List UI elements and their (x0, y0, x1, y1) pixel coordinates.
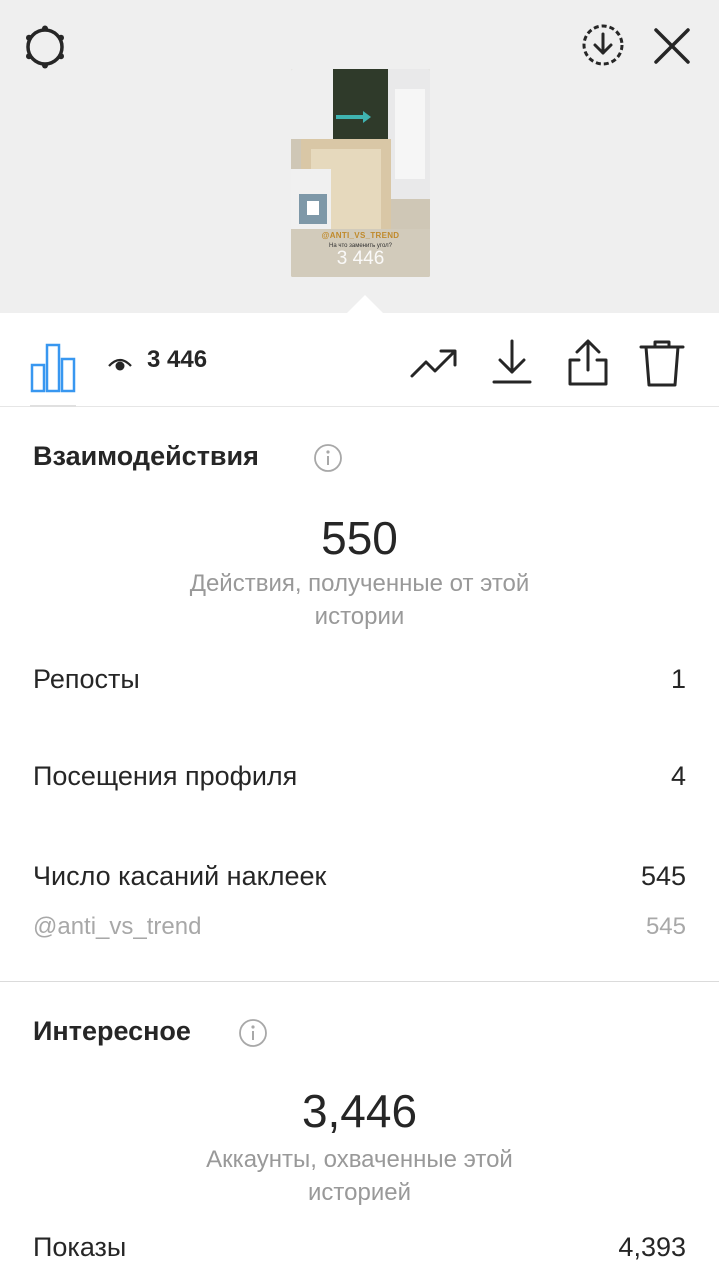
discovery-title: Интересное (33, 1016, 191, 1046)
download-icon[interactable] (487, 338, 537, 388)
interactions-total: 550 (321, 512, 398, 564)
trending-up-icon[interactable] (409, 338, 459, 388)
metric-value: 4 (670, 761, 686, 791)
metric-value: 4,393 (618, 1232, 686, 1262)
story-thumbnail[interactable]: @ANTI_VS_TREND На что заменить угол? 3 4… (291, 69, 430, 277)
metric-label: Репосты (33, 664, 140, 694)
story-thumbnail-handle: @ANTI_VS_TREND (321, 231, 400, 240)
interactions-caption-line2: истории (314, 603, 405, 630)
info-icon[interactable] (313, 443, 343, 473)
interactions-caption-line1: Действия, полученные от этой (189, 570, 530, 597)
share-icon[interactable] (563, 338, 613, 388)
metric-row-sticker-mention: @anti_vs_trend 545 (33, 913, 686, 941)
active-tab-indicator (30, 405, 76, 407)
metric-sublabel: @anti_vs_trend (33, 913, 202, 940)
metric-value: 1 (670, 664, 686, 694)
discovery-total: 3,446 (301, 1085, 418, 1137)
views-count: 3 446 (147, 346, 208, 373)
metric-row-profile-visits: Посещения профиля 4 (33, 761, 686, 792)
download-circle-icon[interactable] (578, 20, 628, 70)
trash-icon[interactable] (637, 338, 687, 388)
interactions-title: Взаимодействия (33, 441, 259, 471)
metric-label: Показы (33, 1232, 127, 1262)
metric-label: Число касаний наклеек (33, 861, 327, 891)
close-icon[interactable] (650, 24, 694, 68)
bar-chart-icon[interactable] (30, 341, 76, 393)
metric-label: Посещения профиля (33, 761, 298, 791)
metric-subvalue: 545 (645, 913, 686, 940)
metric-row-shares: Репосты 1 (33, 664, 686, 695)
info-icon[interactable] (238, 1018, 268, 1048)
gear-icon[interactable] (20, 22, 70, 72)
eye-icon (108, 358, 132, 371)
metric-row-impressions: Показы 4,393 (33, 1232, 686, 1263)
story-actions-bar: 3 446 (0, 313, 719, 407)
discovery-caption-line2: историей (308, 1179, 411, 1206)
story-thumbnail-views: 3 446 (336, 248, 385, 269)
metric-value: 545 (640, 861, 686, 891)
metric-row-sticker-taps: Число касаний наклеек 545 (33, 861, 686, 892)
selected-story-pointer (345, 295, 385, 315)
story-preview-header: @ANTI_VS_TREND На что заменить угол? 3 4… (0, 0, 719, 315)
discovery-caption-line1: Аккаунты, охваченные этой (206, 1146, 513, 1173)
section-divider (0, 981, 719, 982)
